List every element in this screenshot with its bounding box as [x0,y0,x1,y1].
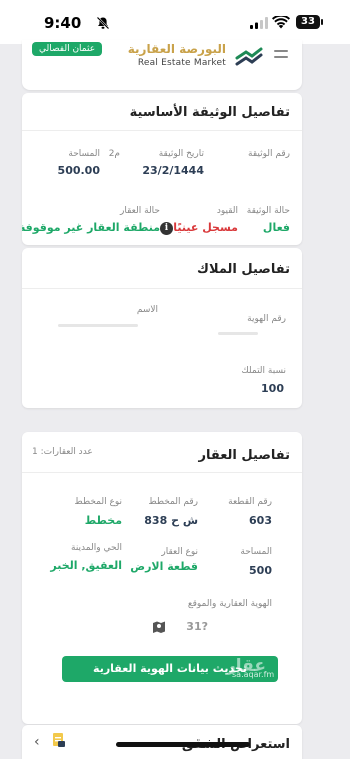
plan-number-value: ش ح 838 [144,514,198,527]
deed-area-unit: م2 [108,149,120,159]
map-icon[interactable] [152,620,166,634]
owner-id-label: رقم الهوية [247,314,286,324]
chevron-left-icon[interactable]: ‹ [34,734,40,750]
property-count: عدد العقارات: 1 [32,447,93,457]
owners-details-title: تفاصيل الملاك [197,262,290,277]
logo-text-arabic: البورصة العقارية [127,42,226,56]
cellular-signal-icon [250,17,268,29]
deed-date-label: تاريخ الوثيقة [158,149,204,159]
info-icon[interactable]: i [160,222,173,235]
plot-number-label: رقم القطعة [228,497,272,507]
home-indicator [116,742,250,747]
battery-icon: 33 [296,15,323,29]
bell-slash-icon [96,16,110,30]
owner-name-label: الاسم [136,305,158,315]
deed-date-value: 23/2/1444 [142,164,204,177]
wifi-icon [272,16,290,29]
property-type-label: نوع العقار [161,547,198,557]
user-badge[interactable]: عثمان الفصالي [32,42,103,56]
status-bar: 9:40 33 [0,0,350,44]
watermark-url: sa.aqar.fm [232,670,275,679]
property-type-value: قطعة الارض [130,560,198,573]
divider [22,130,302,131]
property-status-label: حالة العقار [120,206,160,216]
plan-number-label: رقم المخطط [148,497,198,507]
plan-type-value: مخطط [84,514,122,527]
property-area-label: المساحة [240,547,272,557]
district-value: العقيق, الخبر [50,559,122,572]
plan-type-label: نوع المخطط [74,497,122,507]
status-time: 9:40 [44,14,82,32]
property-location-value[interactable]: 31? [186,620,208,633]
deed-status-label: حالة الوثيقة [246,206,290,216]
restrictions-label: القيود [216,206,238,216]
ownership-share-label: نسبة التملك [241,366,286,376]
property-area-value: 500 [249,564,272,577]
deed-details-title: تفاصيل الوثيقة الأساسية [129,105,290,120]
owners-details-card: تفاصيل الملاك رقم الهوية الاسم نسبة التم… [22,248,302,408]
hamburger-menu-icon[interactable] [274,50,288,62]
property-status-value: منطقة العقار غير موقوفة [22,221,160,234]
district-label: الحي والمدينة [71,543,122,553]
deed-area-value: 500.00 [57,164,100,177]
app-header: البورصة العقارية Real Estate Market عثما… [22,40,302,90]
redacted-owner-id [218,332,258,335]
deed-details-card: تفاصيل الوثيقة الأساسية رقم الوثيقة تاري… [22,93,302,245]
deed-area-label: المساحة [68,149,100,159]
ownership-share-value: 100 [261,382,284,395]
property-location-label: الهوية العقارية والموقع [187,599,272,609]
redacted-owner-name [58,324,138,327]
plot-number-value: 603 [249,514,272,527]
property-details-title: تفاصيل العقار [198,448,290,463]
deed-status-value: فعال [262,221,290,234]
property-details-card: تفاصيل العقار عدد العقارات: 1 رقم القطعة… [22,432,302,724]
logo-icon [235,47,263,66]
restrictions-value: مسجل عينيًا [173,221,238,234]
divider [22,472,302,473]
divider [22,288,302,289]
deed-number-label: رقم الوثيقة [248,149,290,159]
logo-text-english: Real Estate Market [137,58,226,68]
document-icon [53,733,65,747]
